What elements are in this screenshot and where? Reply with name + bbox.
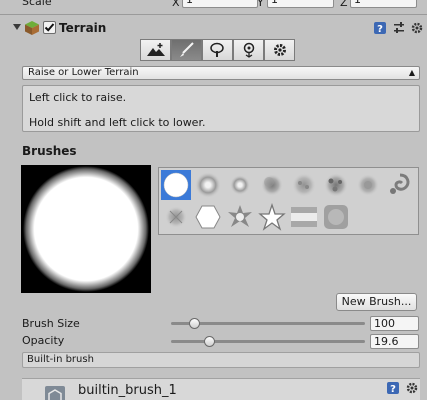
- new-brush-button[interactable]: New Brush...: [336, 293, 417, 311]
- book-icon[interactable]: ?: [373, 21, 387, 35]
- brush-info-box: Built-in brush: [22, 352, 420, 368]
- scale-x-field[interactable]: 1: [182, 0, 258, 8]
- small-soft-circle-icon: [230, 175, 250, 195]
- brush-hexagon[interactable]: [193, 202, 223, 232]
- brush-preview: [21, 165, 151, 293]
- brush-hard-circle[interactable]: [161, 170, 191, 200]
- brush-swirl[interactable]: [385, 170, 415, 200]
- help-line-1: Left click to raise.: [29, 91, 127, 104]
- scale-y-field[interactable]: 1: [267, 0, 334, 8]
- brush-object-row[interactable]: builtin_brush_1 ?: [22, 378, 420, 400]
- mountain-arrow-icon: [146, 43, 165, 56]
- brush-stripe-noise[interactable]: [289, 202, 319, 232]
- place-trees-tool[interactable]: [202, 39, 233, 61]
- help-box: Left click to raise. Hold shift and left…: [22, 85, 420, 132]
- stripe-noise-icon: [291, 207, 317, 227]
- grain-soft-icon: [165, 206, 187, 228]
- opacity-slider[interactable]: [171, 340, 365, 343]
- opacity-field[interactable]: 19.6: [370, 334, 419, 349]
- book-icon[interactable]: ?: [386, 381, 400, 395]
- dropdown-arrows-icon: ▲︎: [408, 68, 415, 77]
- star-burst-icon: [228, 205, 252, 227]
- brush-noise-blob[interactable]: [321, 170, 351, 200]
- checkmark-icon: [44, 23, 55, 32]
- noise-blob-icon: [324, 173, 348, 197]
- mode-dropdown[interactable]: Raise or Lower Terrain ▲︎: [22, 66, 420, 80]
- help-line-2: Hold shift and left click to lower.: [29, 116, 206, 129]
- noise-soft-icon: [292, 173, 316, 197]
- component-title: Terrain: [59, 21, 107, 35]
- brush-star-burst[interactable]: [225, 202, 255, 232]
- gear-icon: [273, 44, 286, 56]
- svg-text:?: ?: [377, 24, 383, 35]
- brush-size-label: Brush Size: [22, 317, 80, 330]
- brush-noise-soft[interactable]: [289, 170, 319, 200]
- brush-grain-soft[interactable]: [161, 202, 191, 232]
- square-noise-icon: [324, 205, 348, 229]
- brush-soft-circle[interactable]: [193, 170, 223, 200]
- hard-circle-icon: [163, 172, 189, 198]
- brush-object-name: builtin_brush_1: [78, 383, 177, 398]
- scale-row: Scale X 1 Y 1 Z 1: [0, 0, 427, 10]
- divider: [0, 14, 427, 15]
- gear-icon[interactable]: [410, 21, 424, 35]
- mode-dropdown-value: Raise or Lower Terrain: [28, 67, 139, 78]
- brush-star-outline[interactable]: [257, 202, 287, 232]
- soft-circle-icon: [195, 172, 221, 198]
- tree-icon: [209, 42, 224, 57]
- flower-icon: [243, 42, 254, 58]
- terrain-component-icon: [25, 21, 39, 35]
- scale-z-field[interactable]: 1: [350, 0, 417, 8]
- hexagon-icon: [195, 205, 221, 229]
- svg-text:?: ?: [390, 384, 396, 395]
- raise-terrain-tool[interactable]: [140, 39, 171, 61]
- collapse-arrow-icon[interactable]: [13, 24, 21, 30]
- paint-tool[interactable]: [171, 39, 202, 61]
- gear-icon[interactable]: [405, 381, 419, 395]
- star-outline-icon: [258, 203, 286, 231]
- brush-size-field[interactable]: 100: [370, 316, 419, 331]
- opacity-slider-thumb[interactable]: [204, 336, 216, 347]
- brush-cloud-blob[interactable]: [257, 170, 287, 200]
- brush-icon: [179, 42, 194, 57]
- brushes-heading: Brushes: [22, 144, 77, 158]
- scale-z-label: Z: [340, 0, 348, 9]
- scale-x-label: X: [172, 0, 180, 9]
- cloud-blob-icon: [261, 174, 283, 196]
- scale-y-label: Y: [257, 0, 264, 9]
- settings-tool[interactable]: [264, 39, 295, 61]
- paint-details-tool[interactable]: [233, 39, 264, 61]
- brush-size-slider-thumb[interactable]: [188, 318, 200, 329]
- brush-small-soft-circle[interactable]: [225, 170, 255, 200]
- enabled-checkbox[interactable]: [43, 21, 56, 34]
- brush-size-slider[interactable]: [171, 322, 365, 325]
- splat-soft-icon: [357, 174, 379, 196]
- swirl-icon: [390, 173, 410, 194]
- brush-square-noise[interactable]: [321, 202, 351, 232]
- scale-label: Scale: [22, 0, 52, 8]
- brush-splat-soft[interactable]: [353, 170, 383, 200]
- unity-object-icon: [45, 386, 65, 400]
- sliders-icon[interactable]: [392, 21, 406, 35]
- opacity-label: Opacity: [22, 334, 65, 347]
- brush-grid: [158, 167, 419, 235]
- brush-preview-image: [23, 166, 149, 292]
